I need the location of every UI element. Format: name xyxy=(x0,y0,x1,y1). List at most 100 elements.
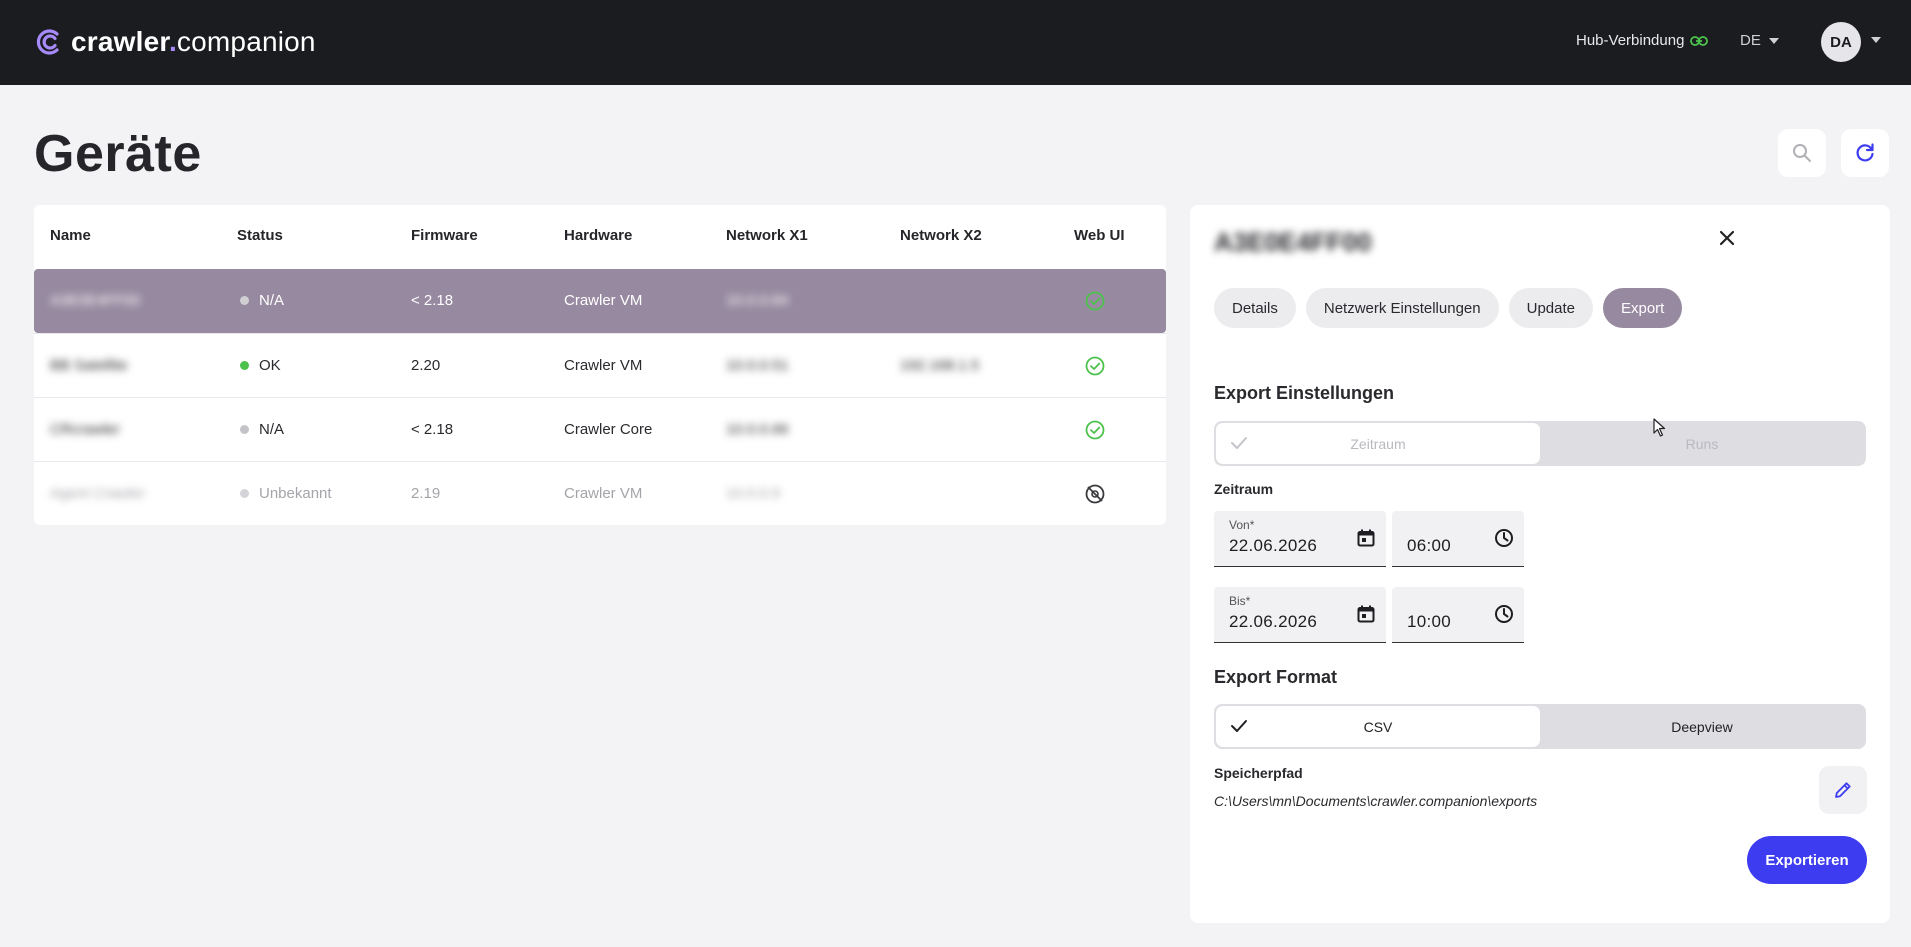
tab-network-settings[interactable]: Netzwerk Einstellungen xyxy=(1305,288,1499,328)
app-name: crawler.companion xyxy=(71,26,316,57)
device-network-x1: 10.0.0.66 xyxy=(726,421,789,438)
app-logo[interactable]: crawler.companion xyxy=(33,26,316,58)
table-row[interactable]: CRcrawler N/A < 2.18 Crawler Core 10.0.0… xyxy=(34,397,1166,461)
column-header-firmware[interactable]: Firmware xyxy=(411,227,478,244)
close-icon[interactable] xyxy=(1714,225,1740,251)
hub-connection[interactable]: Hub-Verbindung xyxy=(1576,32,1709,49)
web-ui-off-icon xyxy=(1085,484,1105,504)
mouse-cursor-icon xyxy=(1653,418,1666,437)
column-header-status[interactable]: Status xyxy=(237,227,283,244)
mode-option-runs[interactable]: Runs xyxy=(1540,423,1864,464)
web-ui-ok-icon[interactable] xyxy=(1084,419,1106,441)
refresh-icon xyxy=(1856,143,1874,162)
language-select[interactable]: DE xyxy=(1740,32,1779,49)
from-date-field[interactable]: Von* 22.06.2026 xyxy=(1214,511,1386,567)
column-header-hardware[interactable]: Hardware xyxy=(564,227,632,244)
status-label: Unbekannt xyxy=(259,485,332,502)
table-row[interactable]: BB Satellite OK 2.20 Crawler VM 10.0.0.5… xyxy=(34,333,1166,397)
chevron-down-icon[interactable] xyxy=(1871,37,1881,43)
search-icon xyxy=(1793,144,1811,162)
export-button[interactable]: Exportieren xyxy=(1747,836,1867,884)
tab-details[interactable]: Details xyxy=(1214,288,1296,328)
table-row[interactable]: A3E0E4FF00 N/A < 2.18 Crawler VM 10.0.0.… xyxy=(34,269,1166,333)
zeitraum-label: Zeitraum xyxy=(1214,481,1274,497)
column-header-web-ui[interactable]: Web UI xyxy=(1074,227,1125,244)
check-icon xyxy=(1231,720,1247,732)
avatar[interactable]: DA xyxy=(1821,22,1861,62)
logo-icon xyxy=(36,29,59,55)
detail-tabs: Details Netzwerk Einstellungen Update Ex… xyxy=(1214,288,1683,328)
page-title: Geräte xyxy=(34,125,202,183)
format-option-label: CSV xyxy=(1363,718,1393,735)
device-status: OK xyxy=(240,357,281,374)
status-label: N/A xyxy=(259,421,285,438)
table-row[interactable]: Agent Crawler Unbekannt 2.19 Crawler VM … xyxy=(34,461,1166,525)
device-firmware: 2.19 xyxy=(411,485,441,502)
web-ui-ok-icon[interactable] xyxy=(1084,290,1106,312)
format-option-csv[interactable]: CSV xyxy=(1216,706,1540,747)
device-hardware: Crawler VM xyxy=(564,357,643,374)
column-header-network-x1[interactable]: Network X1 xyxy=(726,227,808,244)
export-format-toggle: CSV Deepview xyxy=(1214,704,1866,749)
tab-export[interactable]: Export xyxy=(1602,288,1683,328)
refresh-button[interactable] xyxy=(1841,129,1889,177)
device-name: CRcrawler xyxy=(50,421,121,438)
device-table: Name Status Firmware Hardware Network X1… xyxy=(34,205,1166,525)
device-network-x2: 192.168.1.5 xyxy=(900,357,980,374)
device-network-x1: 10.0.0.9 xyxy=(726,485,781,502)
to-date-field[interactable]: Bis* 22.06.2026 xyxy=(1214,587,1386,643)
save-path-label: Speicherpfad xyxy=(1214,765,1303,781)
format-option-deepview[interactable]: Deepview xyxy=(1540,706,1864,747)
from-date-label: Von* xyxy=(1229,518,1255,532)
status-dot-icon xyxy=(240,360,249,370)
device-network-x1: 10.0.0.84 xyxy=(726,292,789,309)
save-path-value: C:\Users\mn\Documents\crawler.companion\… xyxy=(1214,793,1538,809)
clock-icon[interactable] xyxy=(1494,604,1514,624)
device-status: Unbekannt xyxy=(240,485,332,502)
status-label: OK xyxy=(259,357,281,374)
table-header: Name Status Firmware Hardware Network X1… xyxy=(34,205,1166,269)
search-button[interactable] xyxy=(1778,129,1826,177)
export-format-title: Export Format xyxy=(1214,667,1338,687)
from-time-value: 06:00 xyxy=(1407,536,1452,555)
status-dot-icon xyxy=(240,488,249,498)
column-header-name[interactable]: Name xyxy=(50,227,91,244)
to-date-label: Bis* xyxy=(1229,594,1251,608)
link-icon xyxy=(1690,35,1709,46)
clock-icon[interactable] xyxy=(1494,528,1514,548)
device-status: N/A xyxy=(240,292,284,309)
from-time-field[interactable]: 06:00 xyxy=(1392,511,1524,567)
to-time-value: 10:00 xyxy=(1407,612,1452,631)
avatar-initials: DA xyxy=(1830,33,1852,51)
device-status: N/A xyxy=(240,421,284,438)
to-date-value: 22.06.2026 xyxy=(1229,612,1318,631)
column-header-network-x2[interactable]: Network X2 xyxy=(900,227,982,244)
export-mode-toggle: Zeitraum Runs xyxy=(1214,421,1866,466)
calendar-icon[interactable] xyxy=(1356,528,1376,548)
device-hardware: Crawler VM xyxy=(564,292,643,309)
edit-path-button[interactable] xyxy=(1819,766,1867,814)
pencil-icon xyxy=(1835,782,1851,798)
calendar-icon[interactable] xyxy=(1356,604,1376,624)
device-firmware: < 2.18 xyxy=(411,292,454,309)
format-option-label: Deepview xyxy=(1671,718,1733,735)
web-ui-ok-icon[interactable] xyxy=(1084,355,1106,377)
device-name: BB Satellite xyxy=(50,357,128,374)
language-value: DE xyxy=(1740,32,1761,49)
device-name: A3E0E4FF00 xyxy=(50,292,141,309)
top-bar: crawler.companion Hub-Verbindung DE DA xyxy=(0,0,1911,85)
device-network-x1: 10.0.0.51 xyxy=(726,357,789,374)
export-settings-title: Export Einstellungen xyxy=(1214,383,1395,403)
tab-update[interactable]: Update xyxy=(1508,288,1593,328)
to-time-field[interactable]: 10:00 xyxy=(1392,587,1524,643)
device-hardware: Crawler Core xyxy=(564,421,653,438)
device-name: Agent Crawler xyxy=(50,485,146,502)
mode-option-zeitraum[interactable]: Zeitraum xyxy=(1216,423,1540,464)
mode-option-label: Zeitraum xyxy=(1350,435,1406,452)
hub-connection-label: Hub-Verbindung xyxy=(1576,32,1685,49)
chevron-down-icon xyxy=(1768,37,1779,44)
status-dot-icon xyxy=(240,424,249,434)
status-dot-icon xyxy=(240,295,249,305)
device-hardware: Crawler VM xyxy=(564,485,643,502)
device-firmware: < 2.18 xyxy=(411,421,454,438)
